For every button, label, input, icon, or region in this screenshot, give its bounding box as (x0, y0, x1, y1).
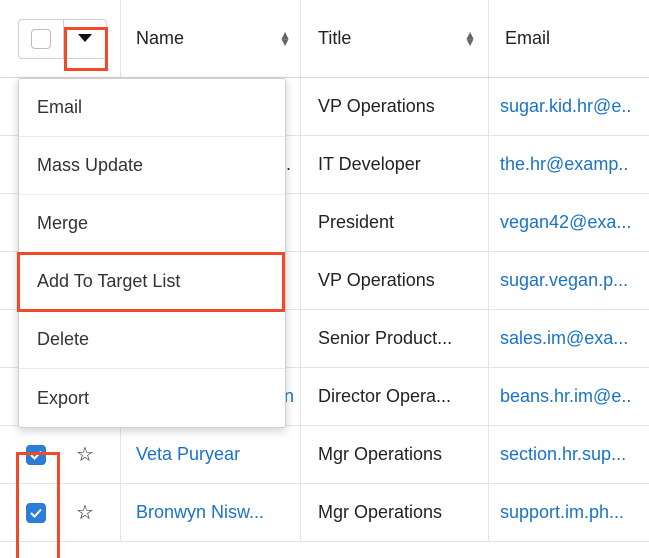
record-email[interactable]: the.hr@examp.. (500, 136, 628, 193)
record-email[interactable]: sales.im@exa... (500, 310, 628, 367)
record-email[interactable]: sugar.kid.hr@e.. (500, 78, 631, 135)
favorite-star-icon[interactable]: ☆ (76, 484, 94, 541)
record-name[interactable]: Bronwyn Nisw... (136, 484, 264, 541)
name-column-header[interactable]: Name ▲ ▼ (136, 0, 291, 77)
select-all-checkbox[interactable] (31, 28, 51, 49)
sort-icon[interactable]: ▲ ▼ (464, 29, 476, 48)
record-email[interactable]: sugar.vegan.p... (500, 252, 628, 309)
checkmark-icon (30, 450, 42, 460)
name-header-label: Name (136, 28, 185, 48)
record-title: Mgr Operations (318, 444, 443, 464)
record-email[interactable]: beans.hr.im@e.. (500, 368, 631, 425)
title-header-label: Title (318, 28, 352, 48)
record-title: VP Operations (318, 96, 435, 116)
record-email[interactable]: support.im.ph... (500, 484, 624, 541)
record-title: VP Operations (318, 270, 435, 290)
select-all-group (18, 0, 107, 77)
table-row: ☆ Veta Puryear Mgr Operations section.hr… (0, 426, 649, 484)
mass-actions-dropdown-button[interactable] (63, 19, 106, 58)
menu-item-export[interactable]: Export (19, 369, 285, 427)
menu-item-mass-update[interactable]: Mass Update (19, 137, 285, 195)
record-title: Director Opera... (318, 386, 452, 406)
caret-down-icon (78, 34, 92, 42)
menu-item-email[interactable]: Email (19, 79, 285, 137)
mass-actions-menu: Email Mass Update Merge Add To Target Li… (18, 78, 286, 428)
row-checkbox[interactable] (26, 502, 46, 523)
record-title: IT Developer (318, 154, 421, 174)
menu-item-add-to-target-list[interactable]: Add To Target List (19, 253, 285, 311)
record-title: Senior Product... (318, 328, 453, 348)
favorite-star-icon[interactable]: ☆ (76, 426, 94, 483)
record-title: President (318, 212, 395, 232)
email-column-header[interactable]: Email (505, 0, 550, 77)
menu-item-delete[interactable]: Delete (19, 311, 285, 369)
checkmark-icon (30, 508, 42, 518)
record-name[interactable]: . (286, 136, 291, 193)
table-row: ☆ Bronwyn Nisw... Mgr Operations support… (0, 484, 649, 542)
sort-icon[interactable]: ▲ ▼ (279, 29, 291, 48)
email-header-label: Email (505, 28, 551, 48)
row-checkbox[interactable] (26, 444, 46, 465)
record-title: Mgr Operations (318, 502, 443, 522)
menu-item-merge[interactable]: Merge (19, 195, 285, 253)
row-select (26, 484, 46, 541)
title-column-header[interactable]: Title ▲ ▼ (318, 0, 476, 77)
table-header: Name ▲ ▼ Title ▲ ▼ Email (0, 0, 649, 78)
record-email[interactable]: section.hr.sup... (500, 426, 626, 483)
row-select (26, 426, 46, 483)
record-email[interactable]: vegan42@exa... (500, 194, 631, 251)
record-name[interactable]: Veta Puryear (136, 426, 240, 483)
